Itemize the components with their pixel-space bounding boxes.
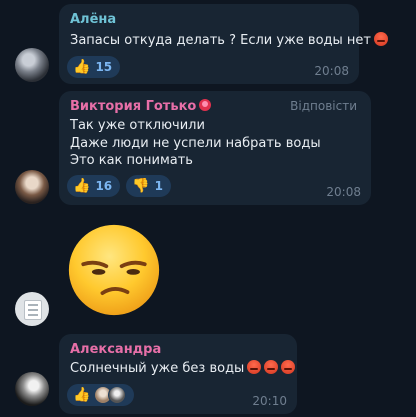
reaction-thumbs-up[interactable]: 👍 16 xyxy=(67,175,121,197)
avatar[interactable] xyxy=(15,372,49,406)
message-bubble: Виктория Готько Відповісти Так уже отклю… xyxy=(59,91,371,205)
angry-face-icon xyxy=(264,360,279,374)
reaction-count: 15 xyxy=(95,60,113,74)
left-eye xyxy=(91,269,106,275)
reactions: 👍 xyxy=(67,384,135,406)
avatar[interactable] xyxy=(15,170,49,204)
right-eye xyxy=(126,269,140,275)
author-name[interactable]: Виктория Готько xyxy=(70,99,212,114)
avatar[interactable] xyxy=(15,292,49,326)
reaction-thumbs-up[interactable]: 👍 xyxy=(67,384,135,406)
reactor-avatars xyxy=(94,386,127,404)
message-line: Солнечный уже без воды xyxy=(70,361,245,376)
thumbs-up-icon: 👍 xyxy=(73,387,91,403)
unamused-face-sticker[interactable] xyxy=(66,222,162,318)
reactor-avatar xyxy=(108,386,127,404)
author-name-text: Виктория Готько xyxy=(70,99,197,114)
reply-button[interactable]: Відповісти xyxy=(290,99,357,113)
document-icon xyxy=(24,300,42,320)
angry-face-icon xyxy=(247,360,262,374)
thumbs-up-icon: 👍 xyxy=(73,59,91,75)
face-shape xyxy=(68,224,160,316)
message-line: Даже люди не успели набрать воды xyxy=(70,135,321,151)
reaction-count: 16 xyxy=(95,179,113,193)
message-line: Это как понимать xyxy=(70,153,193,168)
message-time: 20:08 xyxy=(314,64,349,78)
author-name[interactable]: Алёна xyxy=(70,12,116,27)
message-bubble: Александра Солнечный уже без воды 👍 20:1… xyxy=(59,334,297,414)
message-time: 20:08 xyxy=(326,185,361,199)
reaction-count: 1 xyxy=(154,179,163,193)
message-time: 20:10 xyxy=(252,394,287,408)
author-name[interactable]: Александра xyxy=(70,342,161,357)
thumbs-up-icon: 👍 xyxy=(73,178,91,194)
reaction-thumbs-down[interactable]: 👎 1 xyxy=(126,175,171,197)
message-line: Запасы откуда делать ? Если уже воды нет xyxy=(70,33,371,48)
message-line: Так уже отключили xyxy=(70,118,205,133)
avatar[interactable] xyxy=(15,48,49,82)
thumbs-down-icon: 👎 xyxy=(132,178,150,194)
angry-face-icon xyxy=(374,32,388,46)
reaction-thumbs-up[interactable]: 👍 15 xyxy=(67,56,121,78)
message-text: Запасы откуда делать ? Если уже воды нет xyxy=(70,32,388,50)
reactions: 👍 16 👎 1 xyxy=(67,175,171,197)
message-text: Солнечный уже без воды xyxy=(70,360,296,378)
message-bubble: Алёна Запасы откуда делать ? Если уже во… xyxy=(59,4,388,84)
message-text: Так уже отключили Даже люди не успели на… xyxy=(70,117,321,170)
angry-face-icon xyxy=(281,360,296,374)
chat-feed: Алёна Запасы откуда делать ? Если уже во… xyxy=(0,0,416,417)
badge-icon xyxy=(199,99,212,111)
reactions: 👍 15 xyxy=(67,56,121,78)
